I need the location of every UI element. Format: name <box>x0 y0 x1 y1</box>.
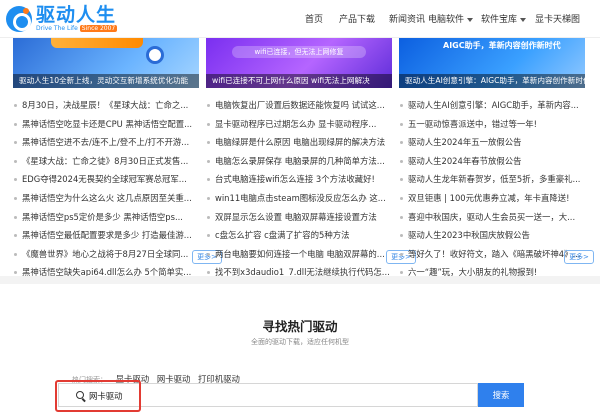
banner-image[interactable]: 驱动人生10全新上线，灵动交互新增系统优化功能 <box>13 38 199 88</box>
list-item[interactable]: 8月30日，决战星辰！《星球大战：亡命之... <box>13 96 199 115</box>
more-button[interactable]: 更多> <box>564 250 594 264</box>
logo-since-badge: Since 2007 <box>79 25 118 32</box>
list-item[interactable]: 黑神话悟空吃显卡还是CPU 黑神话悟空配置... <box>13 115 199 134</box>
chevron-down-icon <box>520 17 527 22</box>
search-icon <box>76 391 84 399</box>
logo-slogan: Drive The Life Since 2007 <box>36 25 118 32</box>
news-column-tips: wifi已连接，但无法上网修复 wifi已连接不可上网什么原因 wifi无法上网… <box>206 38 392 282</box>
list-item[interactable]: 电脑绿屏是什么原因 电脑出现绿屏的解决方法 <box>206 133 392 152</box>
section-subtitle: 全面的驱动下载，适应任何机型 <box>251 338 349 346</box>
list-item[interactable]: c盘怎么扩容 c盘满了扩容的5种方法 <box>206 226 392 245</box>
list-item[interactable]: 双屏显示怎么设置 电脑双屏幕连接设置方法 <box>206 208 392 227</box>
site-logo[interactable]: 驱动人生 Drive The Life Since 2007 <box>6 4 118 34</box>
list-item[interactable]: 驱动人生龙年新春贺岁，低至5折，多重豪礼... <box>399 170 585 189</box>
list-item[interactable]: 驱动人生2024年五一放假公告 <box>399 133 585 152</box>
search-input[interactable] <box>89 387 469 404</box>
list-item[interactable]: 电脑恢复出厂设置后数据还能恢复吗 试试这... <box>206 96 392 115</box>
list-item[interactable]: 黑神话悟空进不去/连不上/登不上/打不开游... <box>13 133 199 152</box>
news-list: 驱动人生AI创意引擎：AIGC助手，革新内容... 五一驱动惊喜派送中，错过等一… <box>399 96 585 282</box>
section-divider <box>0 276 600 284</box>
logo-mark-icon <box>6 6 32 32</box>
banner-image[interactable]: AIGC助手，革新内容创作新时代 驱动人生AI创意引擎：AIGC助手，革新内容创… <box>399 38 585 88</box>
list-item[interactable]: 黑神话悟空为什么这么火 这几点原因至关重... <box>13 189 199 208</box>
chevron-down-icon <box>467 17 474 22</box>
list-item[interactable]: 驱动人生2023中秋国庆放假公告 <box>399 226 585 245</box>
list-item[interactable]: 驱动人生2024年春节放假公告 <box>399 152 585 171</box>
banner-caption[interactable]: 驱动人生AI创意引擎：AIGC助手，革新内容创作新时代 <box>399 74 585 88</box>
banner-caption[interactable]: 驱动人生10全新上线，灵动交互新增系统优化功能 <box>13 74 199 88</box>
list-item[interactable]: 《星球大战：亡命之徒》8月30日正式发售... <box>13 152 199 171</box>
logo-ring-icon <box>146 46 164 64</box>
list-item[interactable]: 等好久了！收好符文，踏入《暗黑破坏神4》... <box>399 245 585 264</box>
news-list: 电脑恢复出厂设置后数据还能恢复吗 试试这... 显卡驱动程序已过期怎么办 显卡驱… <box>206 96 392 282</box>
banner-caption[interactable]: wifi已连接不可上网什么原因 wifi无法上网解决 <box>206 74 392 88</box>
section-title: 寻找热门驱动 <box>262 319 338 334</box>
banner-headline: AIGC助手，革新内容创作新时代 <box>443 41 561 50</box>
list-item[interactable]: 驱动人生AI创意引擎：AIGC助手，革新内容... <box>399 96 585 115</box>
nav-news[interactable]: 新闻资讯 <box>389 12 425 25</box>
list-item[interactable]: 显卡驱动程序已过期怎么办 显卡驱动程序... <box>206 115 392 134</box>
nav-products[interactable]: 产品下载 <box>339 12 375 25</box>
list-item[interactable]: 两台电脑要如何连接一个电脑 电脑双屏幕的... <box>206 245 392 264</box>
banner-pill: wifi已连接，但无法上网修复 <box>232 46 366 58</box>
list-item[interactable]: win11电脑点击steam图标没反应怎么办 这... <box>206 189 392 208</box>
site-header: 驱动人生 Drive The Life Since 2007 首页 产品下载 新闻… <box>0 0 600 38</box>
list-item[interactable]: 喜迎中秋国庆，驱动人生会员买一送一，大... <box>399 208 585 227</box>
list-item[interactable]: 《魔兽世界》地心之战将于8月27日全球同... <box>13 245 199 264</box>
nav-home[interactable]: 首页 <box>305 12 323 25</box>
list-item[interactable]: 黑神话悟空最低配置要求是多少 打造最佳游... <box>13 226 199 245</box>
banner-image[interactable]: wifi已连接，但无法上网修复 wifi已连接不可上网什么原因 wifi无法上网… <box>206 38 392 88</box>
list-item[interactable]: 台式电脑连接wifi怎么连接 3个方法收藏好! <box>206 170 392 189</box>
nav-software[interactable]: 电脑软件 <box>428 12 474 25</box>
search-box <box>58 383 478 407</box>
nav-gpu-ladder[interactable]: 显卡天梯图 <box>535 12 580 25</box>
list-item[interactable]: 电脑怎么录屏保存 电脑录屏的几种简单方法... <box>206 152 392 171</box>
list-item[interactable]: 五一驱动惊喜派送中，错过等一年! <box>399 115 585 134</box>
nav-software-library[interactable]: 软件宝库 <box>481 12 527 25</box>
list-item[interactable]: 双旦钜惠 | 100元优惠券立减，年卡直降送! <box>399 189 585 208</box>
news-column-announcements: AIGC助手，革新内容创作新时代 驱动人生AI创意引擎：AIGC助手，革新内容创… <box>399 38 585 282</box>
news-column-product: 驱动人生10全新上线，灵动交互新增系统优化功能 8月30日，决战星辰！《星球大战… <box>13 38 199 282</box>
news-list: 8月30日，决战星辰！《星球大战：亡命之... 黑神话悟空吃显卡还是CPU 黑神… <box>13 96 199 282</box>
list-item[interactable]: 黑神话悟空ps5定价是多少 黑神话悟空ps... <box>13 208 199 227</box>
list-item[interactable]: EDG夺得2024无畏契约全球冠军赛总冠军... <box>13 170 199 189</box>
banner-tag-shape <box>51 38 143 48</box>
search-button[interactable]: 搜索 <box>478 383 524 407</box>
logo-title: 驱动人生 <box>36 4 117 26</box>
